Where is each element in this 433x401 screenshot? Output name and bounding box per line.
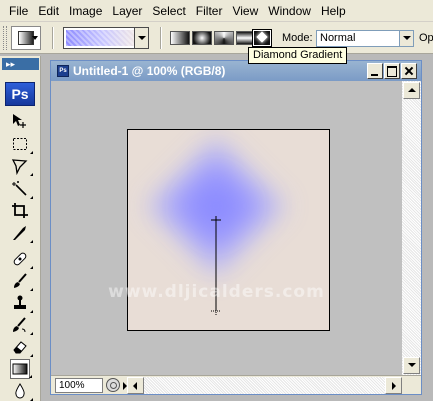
arrow-left-icon [133,382,137,390]
mode-label: Mode: [282,32,313,44]
eraser-tool[interactable] [10,337,33,357]
document-title: Untitled-1 @ 100% (RGB/8) [73,64,226,78]
mode-select[interactable]: Normal [316,30,414,47]
gradient-picker-dropdown-button[interactable] [134,28,148,48]
menu-image[interactable]: Image [64,1,107,21]
move-icon [13,114,26,128]
menu-select[interactable]: Select [147,1,190,21]
diamond-gradient-fill [144,134,288,316]
toolbox: ▸▸ Ps [0,56,41,401]
slice-tool[interactable] [10,223,33,243]
menu-layer[interactable]: Layer [107,1,147,21]
menu-file[interactable]: File [4,1,33,21]
diamond-gradient-glyph [254,31,270,45]
options-separator [52,27,54,49]
expand-icon[interactable]: ▸▸ [6,58,15,70]
angle-gradient-icon[interactable] [214,31,234,45]
gradient-tool-icon [12,363,28,375]
scroll-left-button[interactable] [127,377,144,394]
horizontal-scrollbar[interactable] [127,377,402,394]
history-brush-icon [13,317,26,333]
chevron-down-icon[interactable] [399,31,413,46]
mode-select-value: Normal [320,32,356,44]
arrow-up-icon [408,88,416,92]
tool-preset-picker[interactable] [11,26,41,50]
history-brush-tool[interactable] [10,315,33,335]
scroll-down-button[interactable] [403,357,420,374]
arrow-down-icon [408,363,416,367]
options-bar-grip[interactable] [3,26,7,50]
marquee-icon [13,138,27,150]
maximize-button[interactable] [384,63,400,79]
lasso-tool[interactable] [10,156,33,176]
healing-brush-tool[interactable] [10,249,33,269]
menu-window[interactable]: Window [263,1,316,21]
magic-wand-tool[interactable] [10,179,33,199]
menu-help[interactable]: Help [316,1,351,21]
gradient-tool[interactable] [10,359,32,379]
linear-gradient-icon[interactable] [170,31,190,45]
tool-flyout-indicator [30,288,33,291]
blur-tool[interactable] [10,381,33,401]
arrow-right-icon [392,382,396,390]
scroll-right-button[interactable] [385,377,402,394]
resize-grip[interactable] [403,377,420,394]
tool-flyout-indicator [30,240,33,243]
move-tool[interactable] [10,111,30,131]
vertical-scrollbar[interactable] [402,81,421,375]
document-window: Ps Untitled-1 @ 100% (RGB/8) 100% [50,60,422,395]
tool-flyout-indicator [30,266,33,269]
brush-tool[interactable] [10,271,33,291]
document-icon: Ps [57,65,69,77]
clone-stamp-tool[interactable] [10,293,33,313]
document-status-bar: 100% [51,375,421,394]
options-separator [160,27,162,49]
document-title-bar[interactable]: Ps Untitled-1 @ 100% (RGB/8) [51,61,421,81]
marquee-tool[interactable] [10,134,33,154]
gradient-swatch[interactable] [66,30,134,46]
menu-filter[interactable]: Filter [191,1,228,21]
blur-drop-icon [15,383,25,399]
tool-flyout-indicator [30,151,33,154]
photoshop-logo[interactable]: Ps [5,82,35,106]
radial-gradient-icon[interactable] [192,31,212,45]
chevron-down-icon [32,36,38,40]
tool-flyout-indicator [30,196,33,199]
canvas-area[interactable] [51,81,402,375]
menu-edit[interactable]: Edit [33,1,64,21]
image-canvas[interactable] [127,129,330,331]
options-bar: Mode: Normal Opacity: [0,22,433,54]
tool-flyout-indicator [30,173,33,176]
diamond-gradient-icon[interactable] [252,29,272,47]
crop-tool[interactable] [10,201,30,221]
tool-flyout-indicator [29,375,32,378]
menu-bar: File Edit Image Layer Select Filter View… [0,0,433,22]
menu-view[interactable]: View [227,1,263,21]
brush-icon [14,273,27,288]
tool-flyout-indicator [30,354,33,357]
clone-stamp-icon [14,295,26,309]
slice-icon [13,226,26,240]
magic-wand-icon [12,181,27,196]
toolbox-header[interactable]: ▸▸ [2,58,39,70]
document-info-icon[interactable] [106,378,120,392]
zoom-level-field[interactable]: 100% [55,378,103,393]
crop-icon [12,203,28,218]
close-button[interactable] [401,63,417,79]
lasso-icon [11,159,28,175]
minimize-button[interactable] [367,63,383,79]
opacity-label: Opacity: [419,32,433,44]
tool-flyout-indicator [30,310,33,313]
gradient-picker[interactable] [63,27,149,49]
eraser-icon [13,341,27,354]
tool-flyout-indicator [30,332,33,335]
gradient-type-tooltip: Diamond Gradient [248,47,348,64]
scroll-up-button[interactable] [403,82,420,99]
healing-brush-icon [13,252,27,266]
